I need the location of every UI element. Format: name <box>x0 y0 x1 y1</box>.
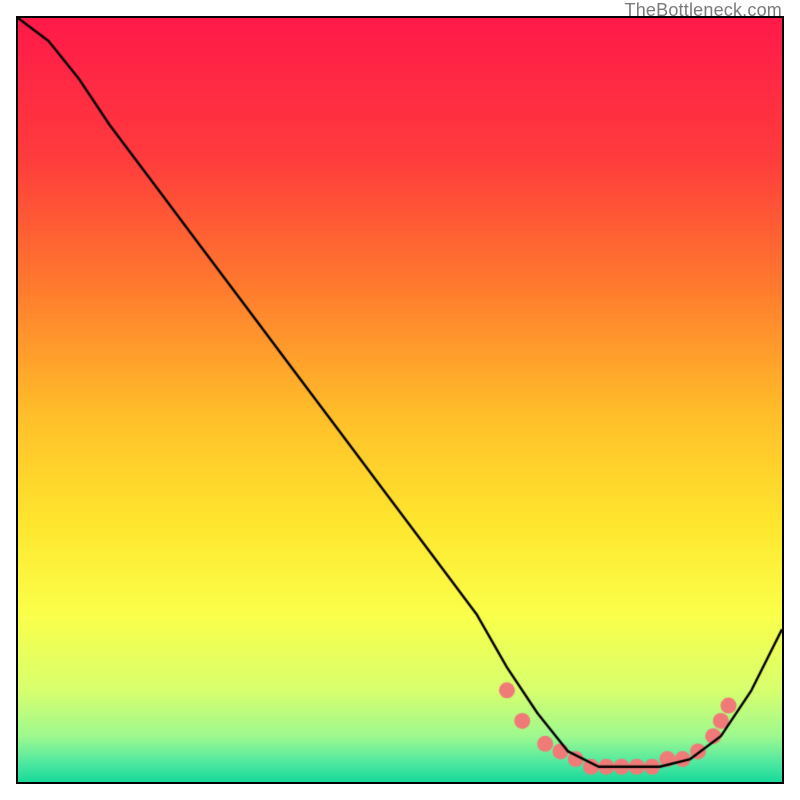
bottleneck-curve <box>18 18 782 782</box>
chart-container: TheBottleneck.com <box>0 0 800 800</box>
plot-area <box>16 16 784 784</box>
